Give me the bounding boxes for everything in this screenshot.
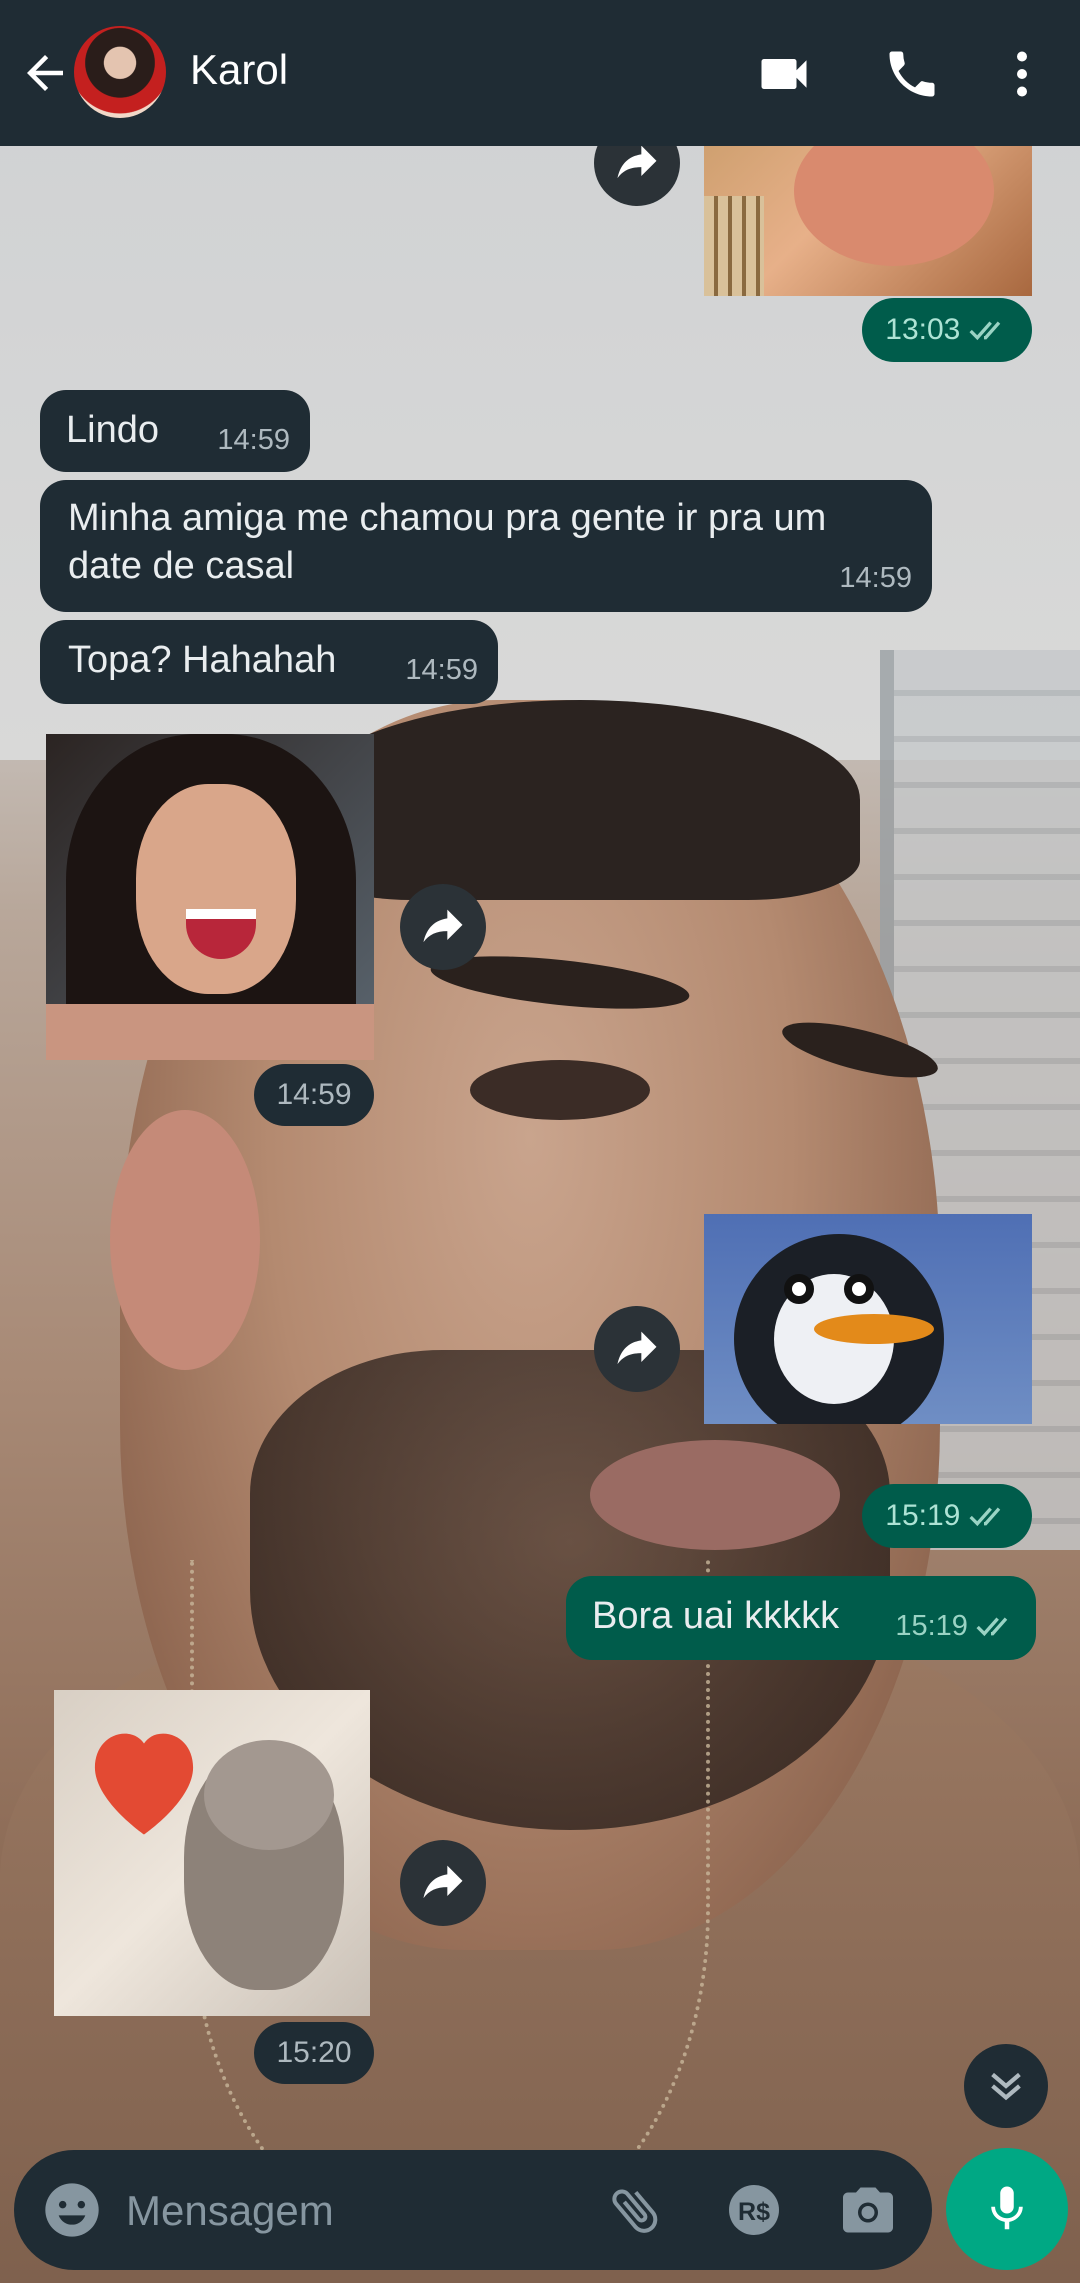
payment-icon[interactable]: R$ [724,2180,784,2240]
forward-button[interactable] [400,884,486,970]
message-text: Lindo [66,409,159,451]
incoming-message[interactable]: Lindo 14:59 [40,390,310,472]
message-timestamp: 13:03 [862,298,1032,362]
wallpaper-hair [300,700,860,900]
scroll-to-bottom-button[interactable] [964,2044,1048,2128]
forward-icon [617,1331,657,1365]
forward-icon [423,1865,463,1899]
image-content [814,1314,934,1344]
image-content [784,1274,814,1304]
message-text: Topa? Hahahah [68,639,337,681]
time-label: 14:59 [276,1078,352,1111]
time-label: 15:20 [276,2036,352,2069]
chat-header: Karol [0,0,1080,146]
incoming-message[interactable]: Topa? Hahahah 14:59 [40,620,498,704]
mic-icon [991,2186,1023,2230]
image-content [46,1004,374,1060]
voice-message-button[interactable] [946,2148,1068,2270]
wallpaper-eye [470,1060,650,1120]
double-check-icon [969,1507,1000,1527]
time-label: 13:03 [885,313,961,346]
message-text: Bora uai kkkkk [592,1595,840,1637]
video-call-icon[interactable] [754,44,814,104]
image-message[interactable] [54,1690,370,2016]
message-time: 14:59 [217,424,290,456]
message-time: 15:19 [895,1602,1016,1650]
svg-text:R$: R$ [738,2198,770,2226]
message-time: 14:59 [405,654,478,686]
double-check-icon [969,321,1000,341]
voice-call-icon[interactable] [882,44,942,104]
outgoing-message[interactable]: Bora uai kkkkk 15:19 [566,1576,1036,1660]
image-message[interactable] [704,146,1032,296]
camera-icon[interactable] [838,2180,898,2240]
attach-icon[interactable] [606,2180,666,2240]
contact-name[interactable]: Karol [190,46,288,94]
contact-avatar[interactable] [74,26,166,118]
time-label: 15:19 [895,1610,968,1642]
image-content [844,1274,874,1304]
double-check-icon [976,1617,1008,1637]
back-arrow-icon[interactable] [18,46,72,100]
forward-icon [423,909,463,943]
image-message[interactable] [704,1214,1032,1424]
image-content [794,146,994,266]
wallpaper-ear [110,1110,260,1370]
image-message[interactable] [46,734,374,1060]
message-time: 14:59 [839,562,912,594]
image-content [204,1740,334,1850]
image-content [704,196,764,296]
wallpaper-lips [590,1440,840,1550]
message-input[interactable] [126,2184,566,2238]
emoji-icon[interactable] [40,2178,104,2242]
message-timestamp: 15:19 [862,1484,1032,1548]
more-options-icon[interactable] [992,44,1052,104]
message-composer: R$ [14,2150,932,2270]
forward-button[interactable] [594,1306,680,1392]
forward-button[interactable] [400,1840,486,1926]
incoming-message[interactable]: Minha amiga me chamou pra gente ir pra u… [40,480,932,612]
double-chevron-down-icon [991,2072,1021,2101]
message-timestamp: 14:59 [254,1064,374,1126]
message-timestamp: 15:20 [254,2022,374,2084]
image-content [136,784,296,994]
time-label: 15:19 [885,1499,961,1532]
message-text: Minha amiga me chamou pra gente ir pra u… [68,497,827,587]
